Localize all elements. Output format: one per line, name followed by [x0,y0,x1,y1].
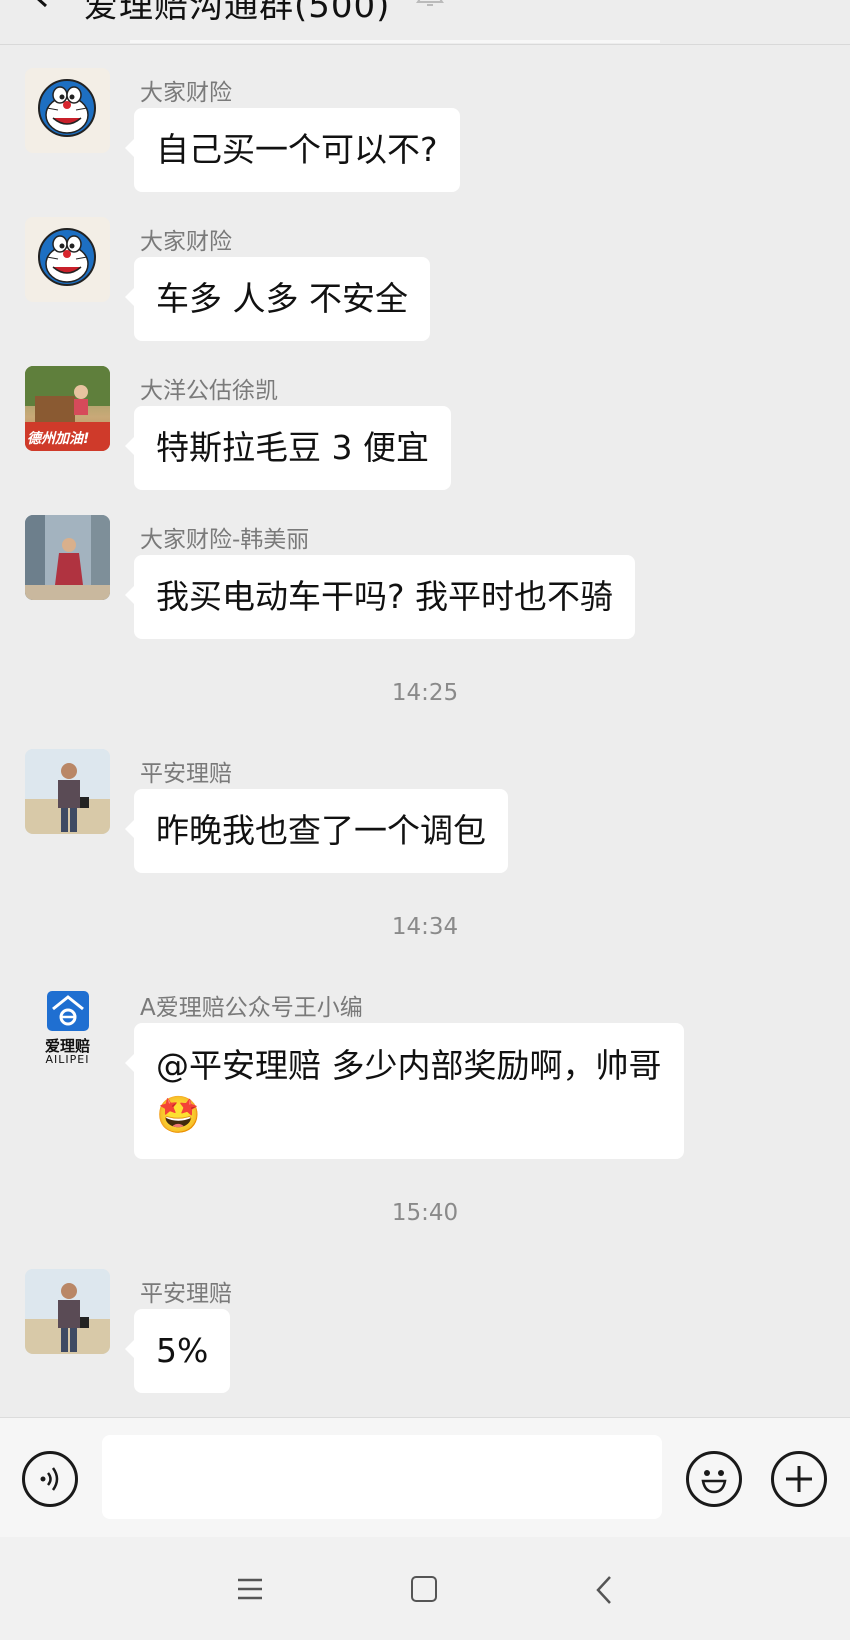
sender-name: 大洋公估徐凯 [140,378,278,404]
voice-button[interactable] [22,1451,78,1507]
avatar[interactable] [25,1269,110,1354]
plus-icon [786,1466,812,1492]
emoji-icon [701,1470,727,1494]
input-bar [0,1417,850,1538]
nav-menu-icon[interactable] [236,1577,264,1601]
avatar[interactable] [25,217,110,302]
timestamp: 14:34 [391,914,459,940]
person-photo-avatar-icon [25,515,110,600]
avatar[interactable] [25,515,110,600]
sender-name: 平安理赔 [140,1281,232,1307]
message-bubble[interactable]: 昨晚我也查了一个调包 [125,789,508,873]
man-photo-avatar-icon [25,1269,110,1354]
voice-icon [40,1467,59,1491]
sender-name: 大家财险 [140,229,232,255]
timestamp: 14:25 [391,680,459,706]
sender-name: 大家财险 [140,80,232,106]
chat-title: 爱理赔沟通群(500) [84,0,391,26]
avatar[interactable]: 德州加油! [25,366,110,451]
message-bubble[interactable]: 车多 人多 不安全 [125,257,430,341]
starstruck-emoji-icon: 🤩 [156,1095,201,1136]
avatar[interactable] [25,68,110,153]
ailipei-logo-icon [47,991,89,1031]
avatar-caption: 德州加油! [27,431,90,447]
logo-english: AILIPEI [45,1053,90,1066]
sender-name: A爱理赔公众号王小编 [140,995,363,1021]
message-bubble[interactable]: 5% [124,1309,231,1393]
sender-name: 大家财险-韩美丽 [140,527,310,553]
system-nav-bar [0,1537,850,1640]
message-bubble[interactable]: @平安理赔 多少内部奖励啊，帅哥 🤩 [125,1023,684,1159]
more-button[interactable] [771,1451,827,1507]
emoji-button[interactable] [686,1451,742,1507]
mute-icon [416,0,444,6]
back-icon[interactable] [30,0,52,8]
man-photo-avatar-icon [25,749,110,834]
sender-name: 平安理赔 [140,761,232,787]
nav-back-icon[interactable] [594,1575,614,1605]
message-text: @平安理赔 多少内部奖励啊，帅哥 [156,1046,662,1085]
nav-home-icon[interactable] [411,1576,437,1602]
doraemon-avatar-icon [38,228,96,286]
message-bubble[interactable]: 自己买一个可以不? [125,108,460,192]
doraemon-avatar-icon [38,79,96,137]
message-bubble[interactable]: 特斯拉毛豆 3 便宜 [125,406,451,490]
avatar[interactable] [25,749,110,834]
chat-header: 爱理赔沟通群(500) [0,0,850,45]
header-divider [130,40,660,43]
avatar[interactable]: 爱理赔 AILIPEI [25,983,110,1068]
message-bubble[interactable]: 我买电动车干吗? 我平时也不骑 [124,555,636,639]
timestamp: 15:40 [391,1200,459,1226]
message-input[interactable] [102,1435,662,1519]
